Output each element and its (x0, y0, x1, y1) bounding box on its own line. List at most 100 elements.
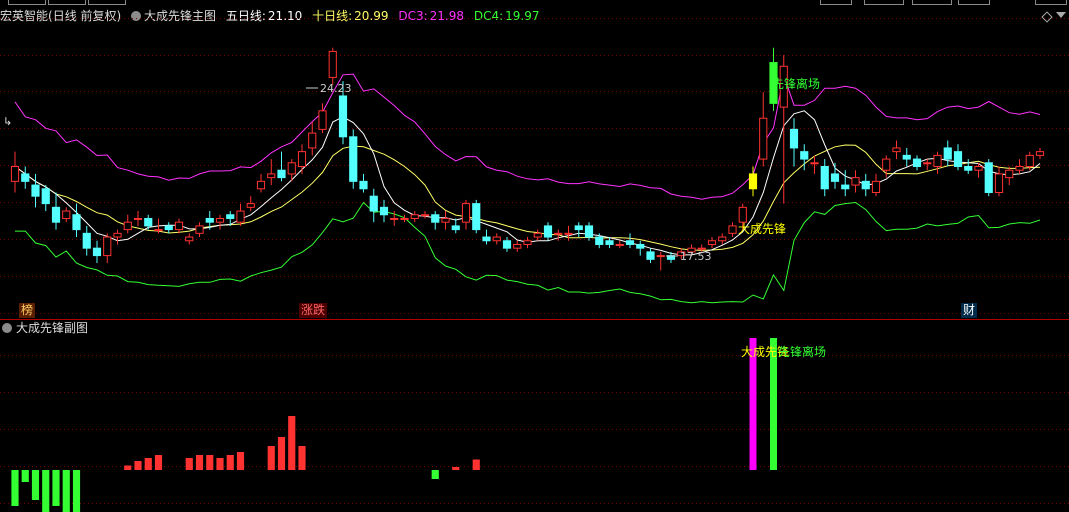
candle-body (912, 158, 922, 167)
candle-body (164, 225, 173, 231)
candle-body (492, 236, 501, 242)
candle-body (379, 206, 389, 216)
candle-body (738, 206, 747, 223)
candle-body (205, 217, 214, 223)
candle-body (144, 217, 153, 227)
candle-body (595, 236, 604, 245)
sub-bar (185, 458, 193, 470)
sub-bar (21, 470, 29, 482)
candle-body (625, 240, 635, 245)
sub-bar (236, 452, 245, 470)
candle-body (759, 117, 768, 160)
candle-body (369, 195, 378, 212)
candle-body (1005, 169, 1014, 179)
candle-body (420, 214, 430, 217)
sub-bar (267, 446, 275, 470)
sell-signal-label: 先锋离场 (772, 76, 820, 91)
candle-body (10, 166, 20, 182)
candle-body (195, 225, 204, 234)
sub-bar (144, 458, 152, 470)
candle-body (154, 229, 163, 232)
candle-body (984, 162, 993, 193)
sub-bar (431, 470, 439, 479)
candle-body (728, 225, 737, 234)
candle-body (994, 173, 1004, 193)
sub-bar (452, 467, 460, 470)
sub-bar (472, 459, 480, 470)
candle-body (338, 95, 348, 138)
candle-body (841, 184, 850, 190)
kline-chart: 24.23 17.53 先锋离场 大成先锋 大成先锋 先锋离场 ↳ (0, 18, 1069, 512)
sub-bar (62, 470, 70, 512)
candle-body (943, 147, 952, 160)
candle-body (871, 180, 881, 193)
candle-body (461, 203, 471, 223)
candle-body (502, 240, 512, 249)
candle-body (718, 236, 727, 242)
marker-cai[interactable]: 财 (961, 303, 978, 318)
candle-body (82, 232, 91, 249)
sub-indicator-menu-icon[interactable] (2, 323, 12, 333)
candle-body (1035, 151, 1045, 156)
candle-body (267, 173, 276, 179)
candle-body (882, 158, 891, 171)
candle-body (472, 203, 481, 231)
candle-body (646, 251, 655, 260)
candle-body (933, 154, 942, 168)
candle-body (328, 50, 337, 78)
candle-body (123, 221, 132, 231)
sub-bar (31, 470, 40, 500)
candle-body (800, 151, 809, 160)
candle-body (451, 225, 460, 231)
candle-body (133, 217, 143, 220)
candle-body (564, 232, 573, 235)
sub-bar (226, 455, 234, 470)
candle-body (277, 169, 286, 179)
candle-body (431, 214, 440, 223)
candle-body (103, 236, 112, 257)
candle-body (892, 147, 901, 153)
high-price-label: 24.23 (320, 82, 352, 95)
sub-bar (206, 455, 214, 470)
candle-body (523, 240, 532, 245)
candle-body (923, 162, 932, 165)
dc4-line (15, 201, 1041, 304)
candle-body (554, 232, 563, 235)
low-annotation: 17.53 (666, 250, 712, 263)
candle-body (482, 236, 491, 242)
marker-zhangdie[interactable]: 涨跌 (299, 303, 328, 318)
dc3-line (14, 73, 1041, 200)
candle-body (297, 151, 307, 167)
candle-body (574, 225, 583, 231)
candle-body (349, 136, 358, 182)
candle-body (51, 206, 61, 223)
sub-bar (195, 455, 204, 470)
marker-bang[interactable]: 榜 (19, 303, 36, 318)
candle-body (974, 166, 983, 171)
candle-body (605, 240, 614, 245)
sub-bar (134, 461, 142, 470)
candle-body (215, 217, 225, 223)
candle-body (851, 177, 860, 186)
candle-body (31, 184, 40, 197)
candles (10, 47, 1045, 271)
candle-body (543, 225, 553, 238)
band-lines (14, 73, 1041, 304)
candle-body (185, 236, 194, 242)
candle-body (21, 173, 30, 182)
candle-body (953, 151, 963, 167)
sub-bars (11, 338, 777, 512)
candle-body (964, 166, 973, 171)
candle-body (615, 243, 624, 246)
left-edge-mark: ↳ (3, 115, 12, 128)
candle-body (748, 173, 758, 190)
candle-body (584, 225, 594, 238)
sub-indicator-name[interactable]: 大成先锋副图 (16, 321, 88, 335)
low-price-label: 17.53 (680, 250, 712, 263)
candle-body (72, 214, 81, 231)
high-annotation: 24.23 (306, 82, 352, 95)
candle-body (707, 240, 717, 245)
grid-lines (0, 18, 1069, 504)
sub-bar (288, 416, 296, 470)
candle-body (246, 203, 255, 208)
